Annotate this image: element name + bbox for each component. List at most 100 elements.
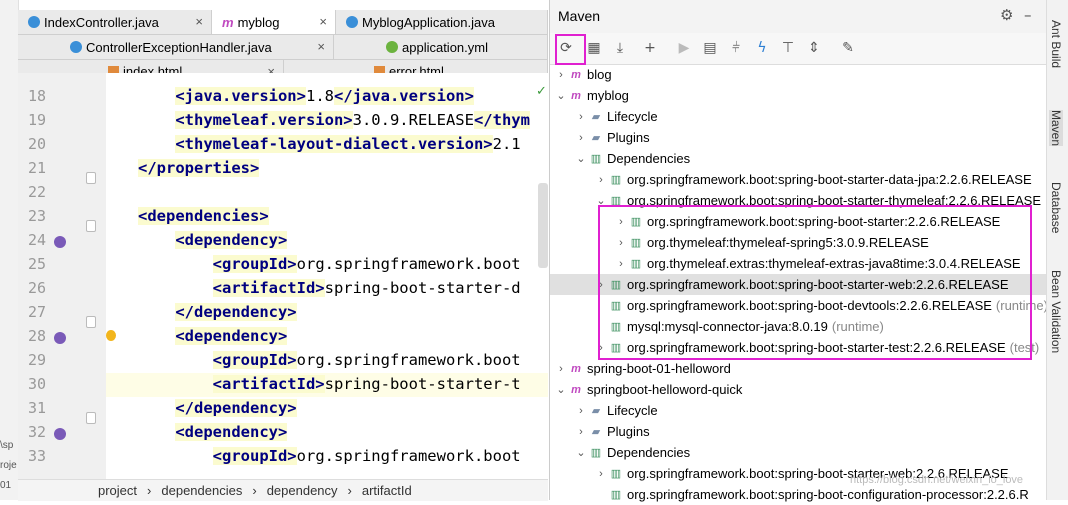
code-line: </properties> bbox=[138, 159, 260, 177]
tree-node-label: Lifecycle bbox=[607, 403, 658, 418]
breadcrumb-item[interactable]: artifactId bbox=[362, 483, 412, 498]
toggle-offline-icon[interactable]: ⫩ bbox=[724, 36, 748, 60]
xml-text: spring-boot-starter-d bbox=[324, 279, 521, 297]
gear-icon[interactable]: ⚙ bbox=[1000, 6, 1013, 24]
sidebar-item-ant-build[interactable]: Ant Build bbox=[1049, 20, 1063, 68]
tab-controller-exception-handler[interactable]: ControllerExceptionHandler.java × bbox=[18, 35, 334, 59]
breadcrumb-separator: › bbox=[347, 483, 352, 498]
fold-marker[interactable] bbox=[86, 316, 96, 328]
tab-myblog[interactable]: m myblog × bbox=[212, 10, 336, 34]
download-icon[interactable]: ⤓ bbox=[608, 36, 632, 60]
sidebar-item-bean-validation[interactable]: Bean Validation bbox=[1049, 270, 1063, 353]
line-number: 26 bbox=[27, 279, 46, 297]
lifecycle-icon[interactable]: ▤ bbox=[698, 36, 722, 60]
code-line: <artifactId>spring-boot-starter-d bbox=[138, 279, 521, 297]
tree-node[interactable]: ⌄ ▥ Dependencies bbox=[574, 442, 694, 463]
close-icon[interactable]: × bbox=[319, 14, 327, 29]
line-number: 24 bbox=[27, 231, 46, 249]
library-icon: ▥ bbox=[590, 447, 602, 459]
xml-tag: <dependency> bbox=[175, 423, 288, 441]
tab-myblog-application[interactable]: MyblogApplication.java bbox=[336, 10, 548, 34]
code-line: <groupId>org.springframework.boot bbox=[138, 447, 521, 465]
fold-marker[interactable] bbox=[86, 172, 96, 184]
expand-arrow-icon[interactable]: › bbox=[574, 405, 588, 417]
skip-tests-icon[interactable]: ϟ bbox=[750, 36, 774, 60]
tree-node-label: org.springframework.boot:spring-boot-sta… bbox=[627, 172, 1032, 187]
expand-arrow-icon[interactable]: › bbox=[594, 174, 608, 186]
dependency-gutter-icon[interactable] bbox=[54, 428, 66, 440]
tree-node[interactable]: › ▥ org.springframework.boot:spring-boot-s… bbox=[594, 169, 1036, 190]
settings-wrench-icon[interactable]: ✎ bbox=[836, 36, 860, 60]
line-number: 32 bbox=[27, 423, 46, 441]
tree-node[interactable]: ⌄ m springboot-helloword-quick bbox=[554, 379, 746, 400]
code-line: <dependencies> bbox=[138, 207, 269, 225]
tab-index-controller[interactable]: IndexController.java × bbox=[18, 10, 212, 34]
tree-node[interactable]: ⌄ m myblog bbox=[554, 85, 633, 106]
run-icon[interactable]: ▶ bbox=[672, 36, 696, 60]
left-tool-strip: \sp roje 01 bbox=[0, 0, 19, 500]
yml-icon bbox=[386, 41, 398, 53]
xml-tag: <groupId> bbox=[212, 447, 297, 465]
expand-arrow-icon[interactable]: › bbox=[554, 363, 568, 375]
dependency-gutter-icon[interactable] bbox=[54, 236, 66, 248]
minimize-icon[interactable]: – bbox=[1024, 6, 1032, 24]
tree-node[interactable]: › ▰ Lifecycle bbox=[574, 106, 662, 127]
line-number: 33 bbox=[27, 447, 46, 465]
expand-arrow-icon[interactable]: › bbox=[574, 426, 588, 438]
tree-node[interactable]: ▥ org.springframework.boot:spring-boot-co… bbox=[594, 484, 1033, 505]
xml-tag: <java.version> bbox=[175, 87, 306, 105]
add-icon[interactable]: + bbox=[638, 36, 662, 60]
right-tool-strip: Ant Build Maven Database Bean Validation bbox=[1046, 0, 1068, 500]
code-line: <thymeleaf-layout-dialect.version>2.1 bbox=[138, 135, 521, 153]
tree-node[interactable]: ⌄ ▥ Dependencies bbox=[574, 148, 694, 169]
fold-marker[interactable] bbox=[86, 412, 96, 424]
tree-node[interactable]: › ▰ Plugins bbox=[574, 127, 654, 148]
breadcrumb-item[interactable]: project bbox=[98, 483, 137, 498]
sidebar-item-database[interactable]: Database bbox=[1049, 182, 1063, 233]
expand-arrow-icon[interactable]: › bbox=[574, 132, 588, 144]
lightbulb-icon[interactable] bbox=[106, 330, 116, 341]
folder-icon: ▰ bbox=[591, 111, 601, 123]
line-number: 28 bbox=[27, 327, 46, 345]
expand-arrow-icon[interactable]: › bbox=[574, 111, 588, 123]
expand-arrow-icon[interactable]: ⌄ bbox=[574, 446, 588, 459]
xml-tag: </properties> bbox=[138, 159, 260, 177]
maven-m-icon: m bbox=[222, 14, 234, 30]
breadcrumb-item[interactable]: dependency bbox=[267, 483, 338, 498]
dependency-gutter-icon[interactable] bbox=[54, 332, 66, 344]
close-icon[interactable]: × bbox=[195, 14, 203, 29]
expand-arrow-icon[interactable]: › bbox=[594, 468, 608, 480]
expand-arrow-icon[interactable]: ⌄ bbox=[554, 89, 568, 102]
editor-tabs-row-3: index.html × error.html bbox=[18, 60, 548, 82]
tree-node[interactable]: › ▰ Plugins bbox=[574, 421, 654, 442]
show-dependencies-icon[interactable]: ⊤ bbox=[776, 36, 800, 60]
line-number: 18 bbox=[27, 87, 46, 105]
xml-tag: <artifactId> bbox=[212, 279, 325, 297]
library-icon: ▥ bbox=[610, 468, 622, 480]
sidebar-item-maven[interactable]: Maven bbox=[1049, 110, 1063, 147]
expand-arrow-icon[interactable]: › bbox=[554, 69, 568, 81]
close-icon[interactable]: × bbox=[317, 39, 325, 54]
tree-node[interactable]: › m spring-boot-01-helloword bbox=[554, 358, 735, 379]
expand-arrow-icon[interactable]: ⌄ bbox=[554, 383, 568, 396]
code-editor[interactable] bbox=[106, 73, 548, 479]
expand-arrow-icon[interactable]: ⌄ bbox=[574, 152, 588, 165]
code-line: <groupId>org.springframework.boot bbox=[138, 255, 521, 273]
tree-node[interactable]: › ▰ Lifecycle bbox=[574, 400, 662, 421]
editor-scrollbar[interactable] bbox=[538, 183, 548, 268]
tab-application-yml[interactable]: application.yml bbox=[334, 35, 548, 59]
xml-text: org.springframework.boot bbox=[296, 447, 521, 465]
fold-marker[interactable] bbox=[86, 220, 96, 232]
collapse-all-icon[interactable]: ⇕ bbox=[802, 36, 826, 60]
breadcrumb-item[interactable]: dependencies bbox=[161, 483, 242, 498]
maven-title-bar: Maven ⚙ – bbox=[550, 0, 1046, 34]
code-line: <dependency> bbox=[138, 231, 288, 249]
tree-node[interactable]: › m blog bbox=[554, 64, 616, 85]
tree-node-label: Dependencies bbox=[607, 445, 691, 460]
editor-tabs-row-1: IndexController.java × m myblog × Myblog… bbox=[18, 10, 548, 35]
code-line: <artifactId>spring-boot-starter-t bbox=[138, 375, 521, 393]
